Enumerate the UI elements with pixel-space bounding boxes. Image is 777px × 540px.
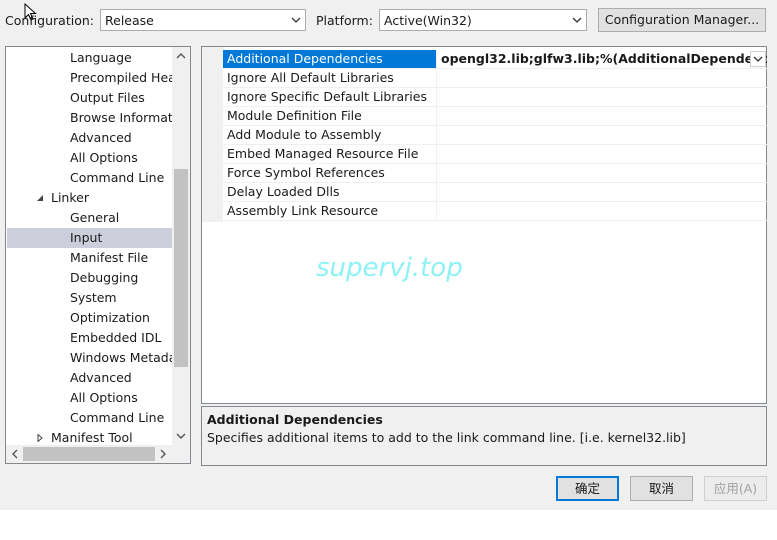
tree-item[interactable]: Browse Information bbox=[7, 108, 172, 128]
property-row[interactable]: Assembly Link Resource bbox=[223, 202, 767, 221]
tree-item[interactable]: Linker bbox=[7, 188, 172, 208]
property-name: Delay Loaded Dlls bbox=[223, 183, 437, 201]
tree-vertical-scroll-thumb[interactable] bbox=[174, 169, 188, 367]
tree-item-label: System bbox=[70, 290, 117, 305]
property-name: Embed Managed Resource File bbox=[223, 145, 437, 163]
tree-item[interactable]: Advanced bbox=[7, 128, 172, 148]
tree-vertical-scrollbar[interactable] bbox=[172, 47, 190, 445]
tree-item-label: Command Line bbox=[70, 410, 165, 425]
property-value[interactable] bbox=[438, 107, 767, 125]
property-pages-dialog: Configuration: Release Platform: Active(… bbox=[0, 0, 777, 510]
tree-item[interactable]: General bbox=[7, 208, 172, 228]
tree-item[interactable]: All Options bbox=[7, 148, 172, 168]
configuration-value: Release bbox=[105, 13, 154, 28]
collapsed-arrow-icon[interactable] bbox=[36, 434, 44, 442]
configuration-dropdown[interactable]: Release bbox=[100, 9, 306, 31]
platform-value: Active(Win32) bbox=[384, 13, 472, 28]
property-name: Module Definition File bbox=[223, 107, 437, 125]
configuration-label: Configuration: bbox=[5, 13, 94, 28]
description-title: Additional Dependencies bbox=[207, 412, 383, 427]
tree-item-label: General bbox=[70, 210, 120, 225]
tree-item[interactable]: Input bbox=[7, 228, 172, 248]
tree-item[interactable]: System bbox=[7, 288, 172, 308]
property-value[interactable]: opengl32.lib;glfw3.lib;%(AdditionalDepen… bbox=[438, 50, 767, 68]
property-value[interactable] bbox=[438, 69, 767, 87]
property-row[interactable]: Module Definition File bbox=[223, 107, 767, 126]
tree-item[interactable]: Windows Metadata bbox=[7, 348, 172, 368]
chevron-down-icon bbox=[291, 17, 301, 23]
property-row[interactable]: Additional Dependencies opengl32.lib;glfw… bbox=[223, 50, 767, 69]
grid-gutter bbox=[202, 47, 223, 222]
property-name: Additional Dependencies bbox=[223, 50, 437, 68]
tree-item-label: Windows Metadata bbox=[70, 350, 172, 365]
scrollbar-corner bbox=[172, 445, 190, 463]
tree-item-label: All Options bbox=[70, 150, 138, 165]
tree-item-label: Input bbox=[70, 230, 103, 245]
property-value[interactable] bbox=[438, 126, 767, 144]
scroll-down-icon[interactable] bbox=[176, 431, 186, 441]
description-panel: Additional Dependencies Specifies additi… bbox=[201, 406, 767, 466]
property-row[interactable]: Embed Managed Resource File bbox=[223, 145, 767, 164]
tree-item-label: Advanced bbox=[70, 130, 132, 145]
watermark-text: supervj.top bbox=[316, 253, 463, 283]
tree-item-label: Debugging bbox=[70, 270, 139, 285]
property-row[interactable]: Ignore Specific Default Libraries bbox=[223, 88, 767, 107]
value-dropdown-button[interactable] bbox=[750, 51, 766, 67]
tree-item[interactable]: All Options bbox=[7, 388, 172, 408]
description-text: Specifies additional items to add to the… bbox=[207, 430, 686, 445]
chevron-down-icon bbox=[753, 56, 763, 62]
tree-horizontal-scroll-thumb[interactable] bbox=[23, 447, 155, 461]
platform-label: Platform: bbox=[316, 13, 373, 28]
property-value[interactable] bbox=[438, 183, 767, 201]
tree-item[interactable]: Output Files bbox=[7, 88, 172, 108]
property-value[interactable] bbox=[438, 145, 767, 163]
property-value[interactable] bbox=[438, 202, 767, 220]
property-name: Assembly Link Resource bbox=[223, 202, 437, 220]
property-value[interactable] bbox=[438, 88, 767, 106]
configuration-manager-button[interactable]: Configuration Manager... bbox=[598, 8, 766, 32]
tree-item[interactable]: Command Line bbox=[7, 408, 172, 428]
property-name: Force Symbol References bbox=[223, 164, 437, 182]
property-name: Ignore All Default Libraries bbox=[223, 69, 437, 87]
scroll-right-icon[interactable] bbox=[158, 449, 168, 459]
cancel-button[interactable]: 取消 bbox=[630, 476, 693, 501]
property-name: Add Module to Assembly bbox=[223, 126, 437, 144]
tree-item-label: Embedded IDL bbox=[70, 330, 162, 345]
tree-item[interactable]: Optimization bbox=[7, 308, 172, 328]
tree-item-label: Manifest File bbox=[70, 250, 149, 265]
tree-item[interactable]: Manifest File bbox=[7, 248, 172, 268]
tree-item-label: Advanced bbox=[70, 370, 132, 385]
property-row[interactable]: Delay Loaded Dlls bbox=[223, 183, 767, 202]
property-name: Ignore Specific Default Libraries bbox=[223, 88, 437, 106]
tree-item[interactable]: Precompiled Heade bbox=[7, 68, 172, 88]
tree-item[interactable]: Embedded IDL bbox=[7, 328, 172, 348]
tree-item[interactable]: Command Line bbox=[7, 168, 172, 188]
apply-button[interactable]: 应用(A) bbox=[704, 476, 767, 501]
tree-item-label: Browse Information bbox=[70, 110, 172, 125]
tree-item-label: Language bbox=[70, 50, 132, 65]
scroll-left-icon[interactable] bbox=[10, 449, 20, 459]
ok-button[interactable]: 确定 bbox=[556, 476, 619, 501]
property-row[interactable]: Add Module to Assembly bbox=[223, 126, 767, 145]
tree-item[interactable]: Debugging bbox=[7, 268, 172, 288]
tree-item-label: Command Line bbox=[70, 170, 165, 185]
property-row[interactable]: Ignore All Default Libraries bbox=[223, 69, 767, 88]
tree-item-label: Output Files bbox=[70, 90, 145, 105]
expanded-arrow-icon[interactable] bbox=[36, 194, 44, 202]
tree-item-label: Linker bbox=[51, 190, 89, 205]
scroll-up-icon[interactable] bbox=[176, 51, 186, 61]
tree-item[interactable]: Advanced bbox=[7, 368, 172, 388]
tree-item[interactable]: Language bbox=[7, 48, 172, 68]
property-grid: Additional Dependencies opengl32.lib;glfw… bbox=[201, 46, 767, 404]
chevron-down-icon bbox=[572, 17, 582, 23]
tree-item-label: All Options bbox=[70, 390, 138, 405]
tree-item-label: Optimization bbox=[70, 310, 150, 325]
property-row[interactable]: Force Symbol References bbox=[223, 164, 767, 183]
tree-horizontal-scrollbar[interactable] bbox=[6, 445, 172, 463]
tree-item-label: Precompiled Heade bbox=[70, 70, 172, 85]
property-tree: Language Precompiled Heade Output Files Bro… bbox=[5, 46, 191, 464]
platform-dropdown[interactable]: Active(Win32) bbox=[379, 9, 587, 31]
property-value[interactable] bbox=[438, 164, 767, 182]
